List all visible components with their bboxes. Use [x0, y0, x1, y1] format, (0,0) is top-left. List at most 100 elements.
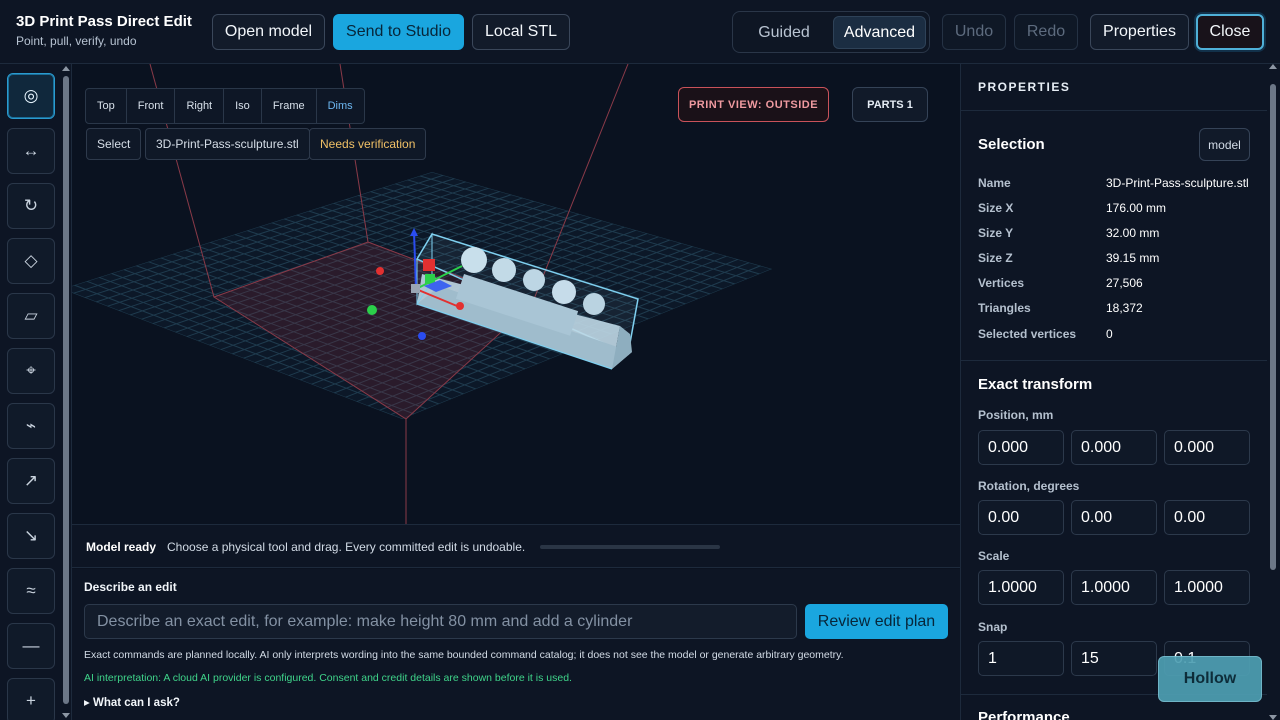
property-key: Size Y: [978, 226, 1014, 240]
properties-panel: PROPERTIES Selection model Name 3D-Print-…: [960, 64, 1280, 720]
snap-rotate-input[interactable]: [1071, 641, 1157, 676]
tool-point-button[interactable]: ⌖: [7, 348, 55, 394]
selection-title: Selection: [978, 136, 1045, 153]
property-key: Name: [978, 176, 1011, 190]
tool-push-button[interactable]: ↘: [7, 513, 55, 559]
scroll-up-icon: [1269, 64, 1277, 69]
send-to-studio-button[interactable]: Send to Studio: [333, 14, 464, 50]
review-edit-plan-button[interactable]: Review edit plan: [805, 604, 948, 639]
mode-toggle: Guided Advanced: [732, 11, 930, 53]
rotate-icon: ↻: [23, 196, 39, 215]
position-x-input[interactable]: [978, 430, 1064, 465]
select-icon: ◎: [23, 86, 39, 105]
model-button[interactable]: model: [1199, 128, 1250, 161]
view-right-button[interactable]: Right: [175, 89, 225, 123]
view-iso-button[interactable]: Iso: [224, 89, 262, 123]
property-key: Selected vertices: [978, 327, 1077, 341]
tool-select-button[interactable]: ◎: [7, 73, 55, 119]
tool-face-button[interactable]: ▱: [7, 293, 55, 339]
performance-title: Performance: [978, 709, 1070, 720]
parts-badge[interactable]: PARTS 1: [852, 87, 928, 122]
exact-transform-title: Exact transform: [978, 376, 1093, 393]
property-value: 27,506: [1106, 276, 1143, 290]
scroll-down-icon: [62, 713, 70, 718]
3d-viewport[interactable]: Top Front Right Iso Frame Dims Select 3D…: [72, 64, 960, 524]
view-dims-button[interactable]: Dims: [317, 89, 364, 123]
hollow-button[interactable]: Hollow: [1158, 656, 1262, 702]
property-value: 3D-Print-Pass-sculpture.stl: [1106, 176, 1249, 190]
scale-x-input[interactable]: [978, 570, 1064, 605]
brand: 3D Print Pass Direct Edit Point, pull, v…: [16, 13, 192, 48]
needs-verification-chip[interactable]: Needs verification: [309, 128, 427, 160]
pull-icon: ↗: [23, 471, 39, 490]
status-bar: Model ready Choose a physical tool and d…: [72, 524, 960, 568]
tool-cut-button[interactable]: ⌁: [7, 403, 55, 449]
tool-smooth-button[interactable]: ≈: [7, 568, 55, 614]
move-icon: ↔: [22, 141, 40, 160]
divider: [961, 360, 1267, 361]
tool-add-button[interactable]: +: [7, 678, 55, 720]
app-root: 3D Print Pass Direct Edit Point, pull, v…: [0, 0, 1280, 720]
scale-z-input[interactable]: [1164, 570, 1250, 605]
tool-pull-button[interactable]: ↗: [7, 458, 55, 504]
what-can-i-ask-disclosure[interactable]: ▸ What can I ask?: [84, 695, 180, 709]
view-top-button[interactable]: Top: [86, 89, 127, 123]
face-icon: ▱: [24, 306, 38, 325]
property-value: 32.00 mm: [1106, 226, 1160, 240]
properties-scrollbar[interactable]: [1268, 64, 1278, 720]
divider: [961, 110, 1267, 111]
position-y-input[interactable]: [1071, 430, 1157, 465]
scroll-thumb[interactable]: [1270, 84, 1276, 570]
app-title: 3D Print Pass Direct Edit: [16, 13, 192, 30]
redo-button[interactable]: Redo: [1014, 14, 1078, 50]
vertex-icon: ◇: [24, 251, 38, 270]
view-toolbar: Top Front Right Iso Frame Dims: [85, 88, 365, 124]
edit-label: Describe an edit: [84, 580, 177, 594]
status-message: Choose a physical tool and drag. Every c…: [167, 540, 526, 554]
status-progress: [540, 545, 720, 549]
tool-measure-button[interactable]: —: [7, 623, 55, 669]
tool-vertex-button[interactable]: ◇: [7, 238, 55, 284]
scroll-down-icon: [1269, 715, 1277, 720]
rotation-x-input[interactable]: [978, 500, 1064, 535]
properties-button[interactable]: Properties: [1090, 14, 1189, 50]
add-icon: +: [26, 691, 36, 710]
app-subtitle: Point, pull, verify, undo: [16, 34, 137, 48]
property-value: 0: [1106, 327, 1113, 341]
open-model-button[interactable]: Open model: [212, 14, 325, 50]
ai-interpretation-note: AI interpretation: A cloud AI provider i…: [84, 672, 572, 684]
undo-button[interactable]: Undo: [942, 14, 1006, 50]
scroll-up-icon: [62, 66, 70, 71]
select-chip[interactable]: Select: [86, 128, 142, 160]
edit-panel: Describe an edit Review edit plan Exact …: [72, 569, 960, 720]
snap-move-input[interactable]: [978, 641, 1064, 676]
local-stl-button[interactable]: Local STL: [472, 14, 570, 50]
tool-move-button[interactable]: ↔: [7, 128, 55, 174]
tool-rotate-button[interactable]: ↻: [7, 183, 55, 229]
edit-description-input[interactable]: [84, 604, 797, 639]
properties-heading: PROPERTIES: [978, 80, 1071, 94]
scale-y-input[interactable]: [1071, 570, 1157, 605]
top-bar: 3D Print Pass Direct Edit Point, pull, v…: [0, 0, 1280, 64]
scale-label: Scale: [978, 549, 1010, 563]
property-key: Vertices: [978, 276, 1025, 290]
local-planning-note: Exact commands are planned locally. AI o…: [84, 649, 844, 661]
close-button[interactable]: Close: [1196, 14, 1264, 50]
mode-advanced-button[interactable]: Advanced: [833, 16, 926, 49]
view-front-button[interactable]: Front: [127, 89, 176, 123]
snap-label: Snap: [978, 620, 1008, 634]
property-value: 176.00 mm: [1106, 201, 1167, 215]
rotation-z-input[interactable]: [1164, 500, 1250, 535]
push-icon: ↘: [23, 526, 39, 545]
view-frame-button[interactable]: Frame: [262, 89, 317, 123]
position-z-input[interactable]: [1164, 430, 1250, 465]
property-value: 39.15 mm: [1106, 251, 1160, 265]
scroll-thumb[interactable]: [63, 76, 69, 704]
property-key: Triangles: [978, 301, 1031, 315]
print-view-badge[interactable]: PRINT VIEW: OUTSIDE: [678, 87, 829, 122]
mode-guided-button[interactable]: Guided: [737, 16, 831, 49]
file-name-chip[interactable]: 3D-Print-Pass-sculpture.stl: [145, 128, 310, 160]
rotation-y-input[interactable]: [1071, 500, 1157, 535]
tool-rail-scrollbar[interactable]: [62, 66, 70, 718]
status-label: Model ready: [86, 540, 157, 554]
